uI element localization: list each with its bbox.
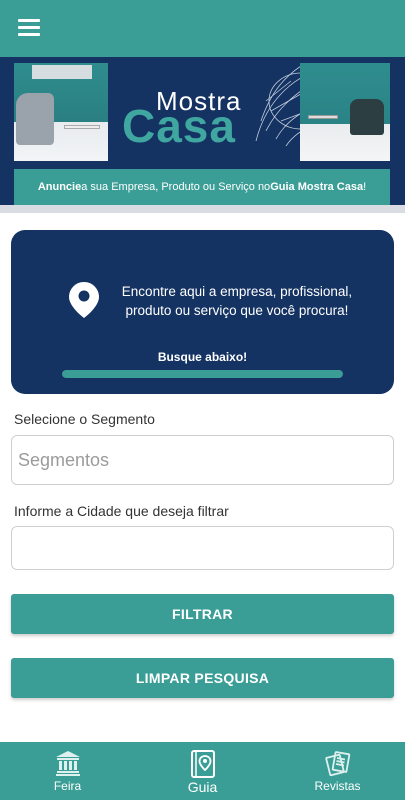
guide-book-pin-icon <box>190 750 215 778</box>
filter-button[interactable]: FILTRAR <box>11 594 394 634</box>
cta-text-end: ! <box>363 181 367 193</box>
banner-divider <box>0 205 405 213</box>
bottom-navigation: Feira Guia Revistas <box>0 742 405 800</box>
banner-room-image-right <box>300 63 390 161</box>
map-pin-icon <box>69 282 99 318</box>
hamburger-menu-icon[interactable] <box>18 19 40 37</box>
city-label: Informe a Cidade que deseja filtrar <box>14 503 229 519</box>
city-input[interactable] <box>11 526 394 570</box>
info-card-progress-bar <box>62 370 343 378</box>
nav-label-revistas: Revistas <box>314 779 361 793</box>
info-card-call-to-action: Busque abaixo! <box>157 350 248 364</box>
promo-banner[interactable]: Mostra Casa Anuncie a sua Empresa, Produ… <box>0 57 405 212</box>
nav-label-guia: Guia <box>187 779 218 795</box>
cta-bold-advertise: Anuncie <box>37 181 82 193</box>
nav-item-revistas[interactable]: Revistas <box>270 742 405 800</box>
segment-input[interactable] <box>11 435 394 485</box>
nav-item-guia[interactable]: Guia <box>135 742 270 800</box>
nav-label-feira: Feira <box>53 779 82 793</box>
magazines-icon <box>324 751 350 776</box>
banner-room-image-left <box>14 63 108 161</box>
cta-bold-guide: Guia Mostra Casa <box>270 181 364 193</box>
building-icon <box>55 751 80 776</box>
segment-label: Selecione o Segmento <box>14 411 155 427</box>
info-card-text: Encontre aqui a empresa, profissional, p… <box>121 284 353 318</box>
banner-advertise-cta[interactable]: Anuncie a sua Empresa, Produto ou Serviç… <box>14 169 390 205</box>
nav-item-feira[interactable]: Feira <box>0 742 135 800</box>
search-info-card: Encontre aqui a empresa, profissional, p… <box>11 230 394 394</box>
progress-bar-fill <box>62 370 343 378</box>
cta-text: a sua Empresa, Produto ou Serviço no <box>81 181 271 193</box>
app-bar <box>0 0 405 57</box>
clear-search-button[interactable]: LIMPAR PESQUISA <box>11 658 394 698</box>
brand-name-bottom: Casa <box>122 100 236 152</box>
